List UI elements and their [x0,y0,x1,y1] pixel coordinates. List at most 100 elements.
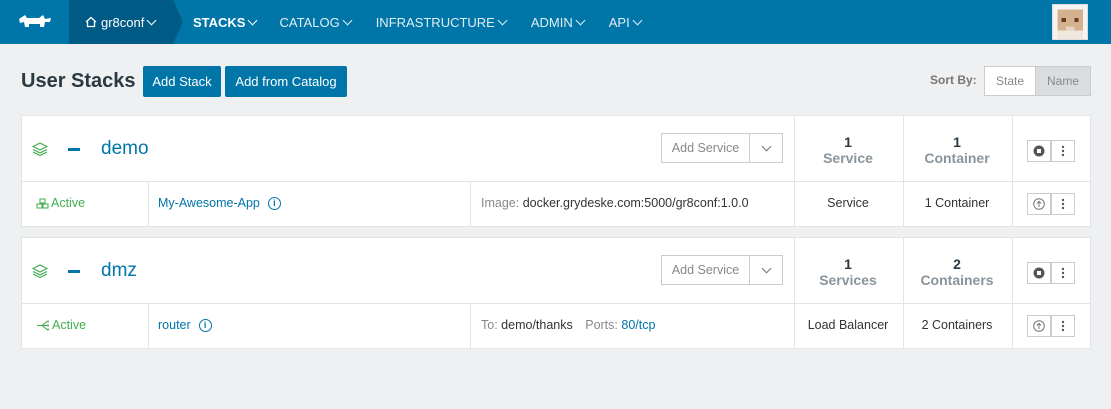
nav-stacks[interactable]: STACKS [193,0,258,44]
stack-header: dmz Add Service 1 Services 2 Containers [22,238,1090,304]
collapse-toggle[interactable] [68,270,80,273]
nav-api-label: API [608,14,630,30]
top-nav: gr8conf STACKS CATALOG INFRASTRUCTURE AD… [0,0,1111,44]
sort-state-button[interactable]: State [984,66,1036,96]
chevron-down-icon [632,15,643,25]
upgrade-icon [1033,198,1045,210]
user-avatar[interactable] [1052,4,1088,40]
add-service-button[interactable]: Add Service [662,134,750,162]
add-service-control: Add Service [661,133,783,163]
add-service-button[interactable]: Add Service [662,256,750,284]
add-service-dropdown[interactable] [750,256,782,284]
nav-stacks-label: STACKS [193,14,246,30]
nav-admin[interactable]: ADMIN [530,0,586,44]
service-state-label: Active [52,318,87,332]
image-value: docker.grydeske.com:5000/gr8conf:1.0.0 [522,196,749,210]
container-count: 1 Container [903,134,1011,166]
service-row: Active router i To: demo/thanks Ports: 8… [22,304,1090,348]
service-menu-button[interactable] [1051,315,1075,337]
target-value: demo/thanks [501,318,573,332]
chevron-down-icon [761,263,771,273]
container-count-number: 1 [953,134,961,150]
container-count: 2 Containers [903,256,1011,288]
service-state: Active [36,196,85,210]
nav-admin-label: ADMIN [530,14,573,30]
layers-icon [32,142,48,156]
collapse-toggle[interactable] [68,148,80,151]
target-label: To: [481,318,498,332]
add-service-dropdown[interactable] [750,134,782,162]
chevron-down-icon [248,15,258,25]
add-from-catalog-button[interactable]: Add from Catalog [225,66,347,97]
service-detail: To: demo/thanks Ports: 80/tcp [481,318,655,332]
sort-by-label: Sort By: [930,73,977,87]
service-menu-button[interactable] [1051,193,1075,215]
stop-icon [1033,145,1045,157]
stack-menu-button[interactable] [1051,140,1075,162]
stack-card: dmz Add Service 1 Services 2 Containers [21,237,1091,349]
service-name-label: My-Awesome-App [158,196,260,210]
service-state: Active [36,318,86,332]
chevron-down-icon [146,15,157,25]
stop-stack-button[interactable] [1027,140,1051,162]
stop-stack-button[interactable] [1027,262,1051,284]
service-name[interactable]: My-Awesome-App i [158,196,281,210]
chevron-down-icon [761,141,771,151]
upgrade-service-button[interactable] [1027,193,1051,215]
stack-header: demo Add Service 1 Service 1 Container [22,116,1090,182]
chevron-down-icon [342,15,353,25]
nav-infrastructure[interactable]: INFRASTRUCTURE [375,0,508,44]
chevron-down-icon [497,15,508,25]
service-icon [36,198,49,208]
avatar-icon [1053,5,1087,39]
container-count-unit: Containers [920,272,994,288]
ports-value[interactable]: 80/tcp [621,318,655,332]
stack-card: demo Add Service 1 Service 1 Container A… [21,115,1091,227]
environment-switcher[interactable]: gr8conf [69,0,183,44]
service-count-unit: Service [823,150,873,166]
kebab-menu-icon [1061,320,1065,332]
service-count: 1 Services [794,256,902,288]
divider [470,304,471,348]
service-count-number: 1 [844,256,852,272]
rancher-logo-icon [18,15,51,27]
info-icon[interactable]: i [198,318,212,332]
stack-menu-button[interactable] [1051,262,1075,284]
service-count-number: 1 [844,134,852,150]
divider [148,304,149,348]
service-state-label: Active [51,196,86,210]
home-icon [85,16,97,28]
service-containers: 2 Containers [921,318,993,332]
nav-catalog[interactable]: CATALOG [279,0,353,44]
nav-catalog-label: CATALOG [279,14,340,30]
sort-name-button[interactable]: Name [1035,66,1091,96]
rancher-logo[interactable] [0,0,69,44]
stack-name[interactable]: demo [101,138,149,160]
info-icon[interactable]: i [267,196,281,210]
load-balancer-icon [37,320,49,330]
upgrade-service-button[interactable] [1027,315,1051,337]
divider [1012,304,1013,348]
chevron-down-icon [575,15,586,25]
kebab-menu-icon [1061,198,1065,210]
divider [470,182,471,226]
service-name-label: router [158,318,191,332]
service-count: 1 Service [794,134,902,166]
nav-api[interactable]: API [608,0,643,44]
nav-infrastructure-label: INFRASTRUCTURE [375,14,495,30]
image-label: Image: [481,196,520,210]
upgrade-icon [1033,320,1045,332]
container-count-number: 2 [953,256,961,272]
ports-label: Ports: [585,318,618,332]
environment-name: gr8conf [101,14,145,30]
divider [1012,116,1013,181]
service-row: Active My-Awesome-App i Image: docker.gr… [22,182,1090,226]
service-kind: Service [827,196,869,210]
service-name[interactable]: router i [158,318,212,332]
layers-icon [32,264,48,278]
service-containers: 1 Container [924,196,990,210]
divider [148,182,149,226]
add-stack-button[interactable]: Add Stack [143,66,221,97]
stack-name[interactable]: dmz [101,260,137,282]
container-count-unit: Container [924,150,990,166]
